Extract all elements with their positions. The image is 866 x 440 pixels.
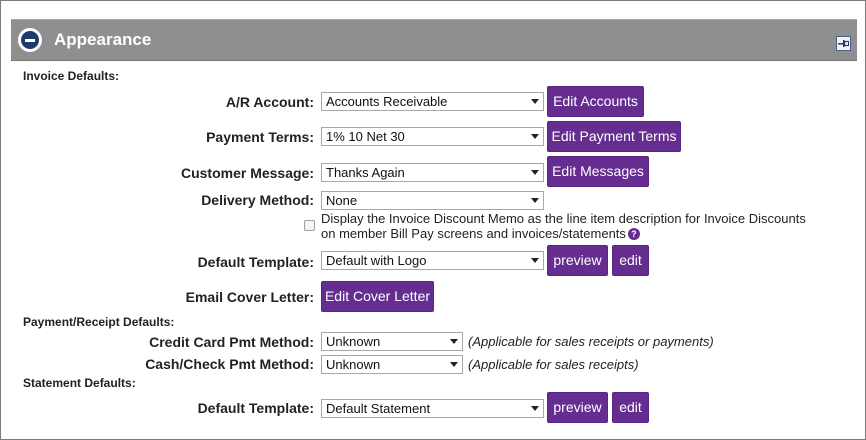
delivery-method-label: Delivery Method: [201, 192, 314, 208]
ar-account-label: A/R Account: [225, 94, 314, 110]
template-preview-button[interactable]: preview [547, 245, 608, 276]
customer-message-label: Customer Message: [180, 165, 314, 181]
credit-card-pmt-note: (Applicable for sales receipts or paymen… [468, 334, 714, 349]
edit-messages-button[interactable]: Edit Messages [547, 156, 649, 187]
payment-terms-label: Payment Terms: [206, 129, 314, 145]
ar-account-value: Accounts Receivable [326, 94, 448, 109]
payment-terms-value: 1% 10 Net 30 [326, 129, 405, 144]
help-icon[interactable]: ? [627, 228, 640, 240]
template-edit-button[interactable]: edit [612, 245, 649, 276]
statement-template-label: Default Template: [197, 400, 314, 416]
ar-account-select[interactable]: Accounts Receivable [321, 92, 544, 111]
default-template-select[interactable]: Default with Logo [321, 251, 544, 270]
settings-panel: Appearance Invoice Defaults: A/R Account… [0, 0, 866, 440]
discount-memo-line1: Display the Invoice Discount Memo as the… [321, 211, 806, 226]
statement-edit-button[interactable]: edit [612, 392, 649, 423]
statement-preview-button[interactable]: preview [547, 392, 608, 423]
panel-title: Appearance [54, 30, 152, 49]
chevron-down-icon [531, 134, 539, 139]
delivery-method-select[interactable]: None [321, 191, 544, 210]
discount-memo-line2: on member Bill Pay screens and invoices/… [321, 226, 806, 241]
discount-memo-line2-text: on member Bill Pay screens and invoices/… [321, 226, 626, 241]
edit-cover-letter-button[interactable]: Edit Cover Letter [321, 281, 434, 312]
statement-defaults-heading: Statement Defaults: [23, 376, 136, 390]
payment-terms-select[interactable]: 1% 10 Net 30 [321, 127, 544, 146]
chevron-down-icon [531, 170, 539, 175]
edit-payment-terms-button[interactable]: Edit Payment Terms [547, 121, 681, 152]
delivery-method-value: None [326, 193, 358, 208]
discount-memo-checkbox[interactable] [304, 220, 315, 231]
customer-message-value: Thanks Again [326, 165, 405, 180]
statement-template-select[interactable]: Default Statement [321, 399, 544, 418]
discount-memo-text: Display the Invoice Discount Memo as the… [321, 211, 806, 241]
email-cover-letter-label: Email Cover Letter: [185, 289, 314, 305]
cash-check-pmt-label: Cash/Check Pmt Method: [145, 356, 314, 372]
chevron-down-icon [531, 198, 539, 203]
panel-header[interactable]: Appearance [11, 19, 857, 61]
cash-check-pmt-value: Unknown [326, 357, 381, 372]
edit-accounts-button[interactable]: Edit Accounts [547, 86, 644, 117]
cash-check-pmt-note: (Applicable for sales receipts) [468, 357, 639, 372]
cash-check-pmt-select[interactable]: Unknown [321, 355, 463, 374]
credit-card-pmt-value: Unknown [326, 334, 381, 349]
default-template-value: Default with Logo [326, 253, 427, 268]
chevron-down-icon [450, 362, 458, 367]
chevron-down-icon [531, 258, 539, 263]
chevron-down-icon [531, 406, 539, 411]
invoice-defaults-heading: Invoice Defaults: [23, 69, 120, 83]
chevron-down-icon [450, 339, 458, 344]
statement-template-value: Default Statement [326, 401, 431, 416]
payment-receipt-defaults-heading: Payment/Receipt Defaults: [23, 315, 175, 329]
credit-card-pmt-select[interactable]: Unknown [321, 332, 463, 351]
credit-card-pmt-label: Credit Card Pmt Method: [149, 334, 314, 350]
chevron-down-icon [531, 99, 539, 104]
default-template-label: Default Template: [197, 254, 314, 270]
collapse-icon[interactable] [18, 28, 42, 52]
pin-icon[interactable] [836, 36, 851, 51]
customer-message-select[interactable]: Thanks Again [321, 163, 544, 182]
